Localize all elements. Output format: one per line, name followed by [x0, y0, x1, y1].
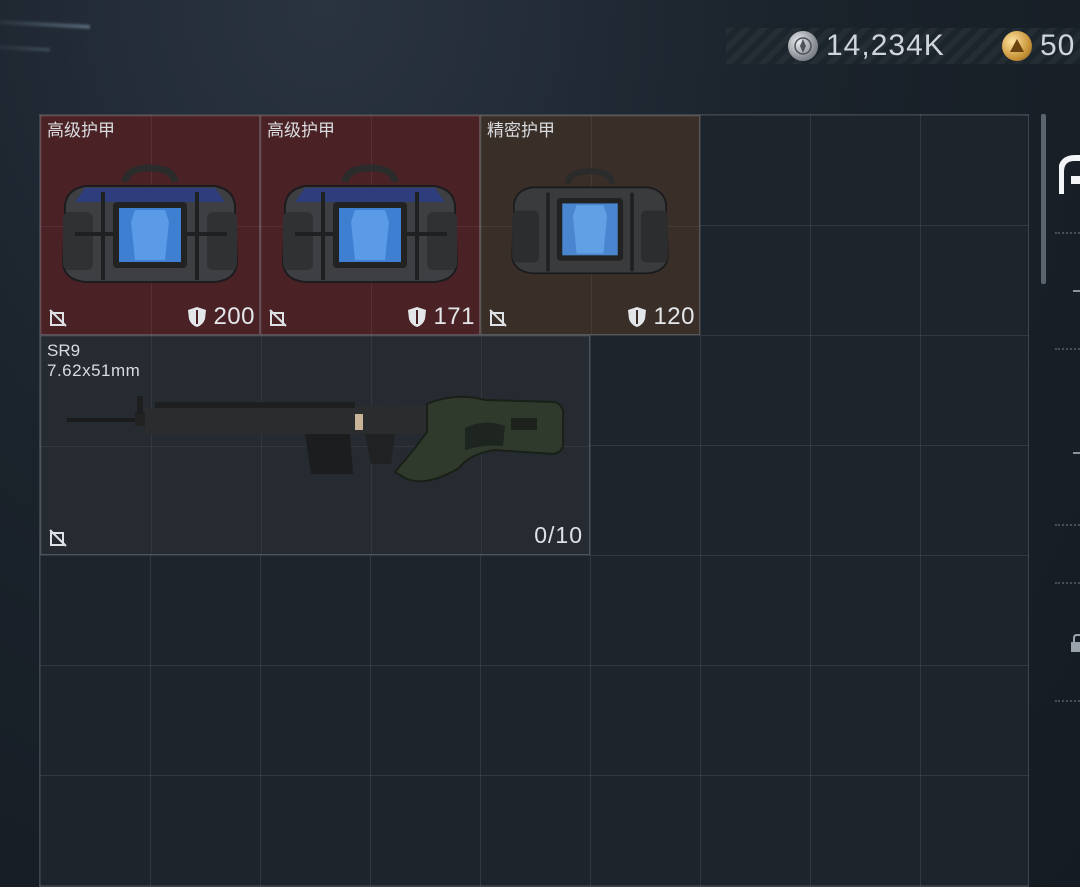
ammo-count: 0/10	[534, 522, 583, 548]
silver-amount: 14,234K	[826, 29, 945, 62]
no-trade-icon	[49, 309, 67, 327]
inventory-item-rifle[interactable]: SR9 7.62x51mm 0/10	[40, 335, 590, 555]
gold-coin-icon	[1002, 31, 1032, 61]
divider	[1055, 700, 1080, 702]
silver-coin-icon	[788, 31, 818, 61]
item-name: 高级护甲	[47, 121, 115, 140]
gold-amount: 50	[1040, 29, 1076, 62]
rifle-icon	[67, 395, 565, 483]
armor-durability: 171	[407, 303, 475, 331]
currency-bar: 14,234K 50	[726, 28, 1080, 64]
armor-value: 120	[653, 303, 695, 330]
shield-icon	[408, 307, 427, 327]
inventory-item-armor[interactable]: 高级护甲 171	[260, 115, 480, 335]
inventory-grid[interactable]: 高级护甲 200 高级护甲 171 精密护甲 120 SR9 7.62x51mm…	[39, 114, 1029, 887]
divider	[1055, 348, 1080, 350]
armor-bag-icon	[281, 164, 459, 283]
equipment-panel	[1041, 114, 1080, 887]
armor-bag-icon	[61, 164, 239, 283]
armor-durability: 200	[187, 303, 255, 331]
divider	[1055, 232, 1080, 234]
item-name: SR9	[47, 341, 81, 360]
light-streak	[0, 19, 91, 29]
armor-durability: 120	[627, 303, 695, 331]
item-name: 精密护甲	[487, 121, 555, 140]
divider	[1055, 582, 1080, 584]
silver-currency: 14,234K	[788, 28, 945, 64]
no-trade-icon	[269, 309, 287, 327]
divider	[1055, 524, 1080, 526]
lock-icon	[1071, 634, 1080, 652]
no-trade-icon	[49, 529, 67, 547]
no-trade-icon	[489, 309, 507, 327]
armor-value: 171	[433, 303, 475, 330]
armor-value: 200	[213, 303, 255, 330]
divider	[1073, 290, 1080, 292]
scrollbar[interactable]	[1041, 114, 1046, 284]
backpack-icon	[1059, 155, 1080, 194]
light-streak	[0, 44, 51, 52]
shield-icon	[188, 307, 207, 327]
item-caliber: 7.62x51mm	[47, 361, 141, 380]
inventory-item-armor[interactable]: 高级护甲 200	[40, 115, 260, 335]
shield-icon	[628, 307, 647, 327]
gold-currency: 50	[1002, 28, 1075, 64]
divider	[1073, 452, 1080, 454]
inventory-item-armor[interactable]: 精密护甲 120	[480, 115, 700, 335]
item-name: 高级护甲	[267, 121, 335, 140]
armor-bag-icon	[511, 168, 669, 275]
